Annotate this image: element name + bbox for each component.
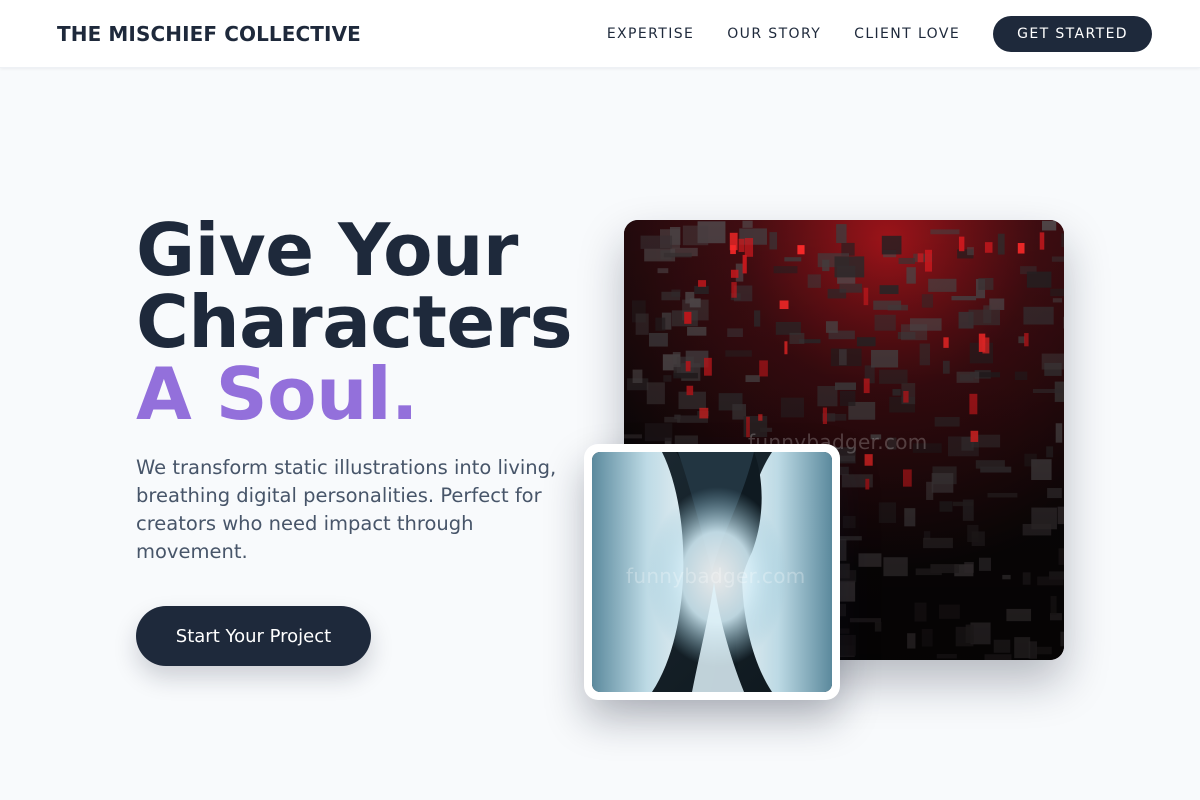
main-nav: EXPERTISE OUR STORY CLIENT LOVE GET STAR… [607, 16, 1152, 52]
get-started-button[interactable]: GET STARTED [993, 16, 1152, 52]
nav-link-client-love[interactable]: CLIENT LOVE [854, 26, 960, 42]
nav-link-expertise[interactable]: EXPERTISE [607, 26, 694, 42]
nav-link-our-story[interactable]: OUR STORY [727, 26, 821, 42]
headline-line-2: Characters [136, 280, 573, 364]
site-header: THE MISCHIEF COLLECTIVE EXPERTISE OUR ST… [0, 0, 1200, 68]
abstract-illustration [592, 452, 832, 692]
hero-description: We transform static illustrations into l… [136, 456, 557, 563]
brand-logo[interactable]: THE MISCHIEF COLLECTIVE [57, 22, 361, 46]
headline-line-1: Give Your [136, 208, 518, 292]
hero-headline: Give Your Characters A Soul. [136, 208, 573, 436]
headline-accent: A Soul. [136, 352, 418, 436]
hero-image-abstract-frame: funnybadger.com [584, 444, 840, 700]
start-project-button[interactable]: Start Your Project [136, 606, 371, 666]
hero-image-abstract: funnybadger.com [592, 452, 832, 692]
